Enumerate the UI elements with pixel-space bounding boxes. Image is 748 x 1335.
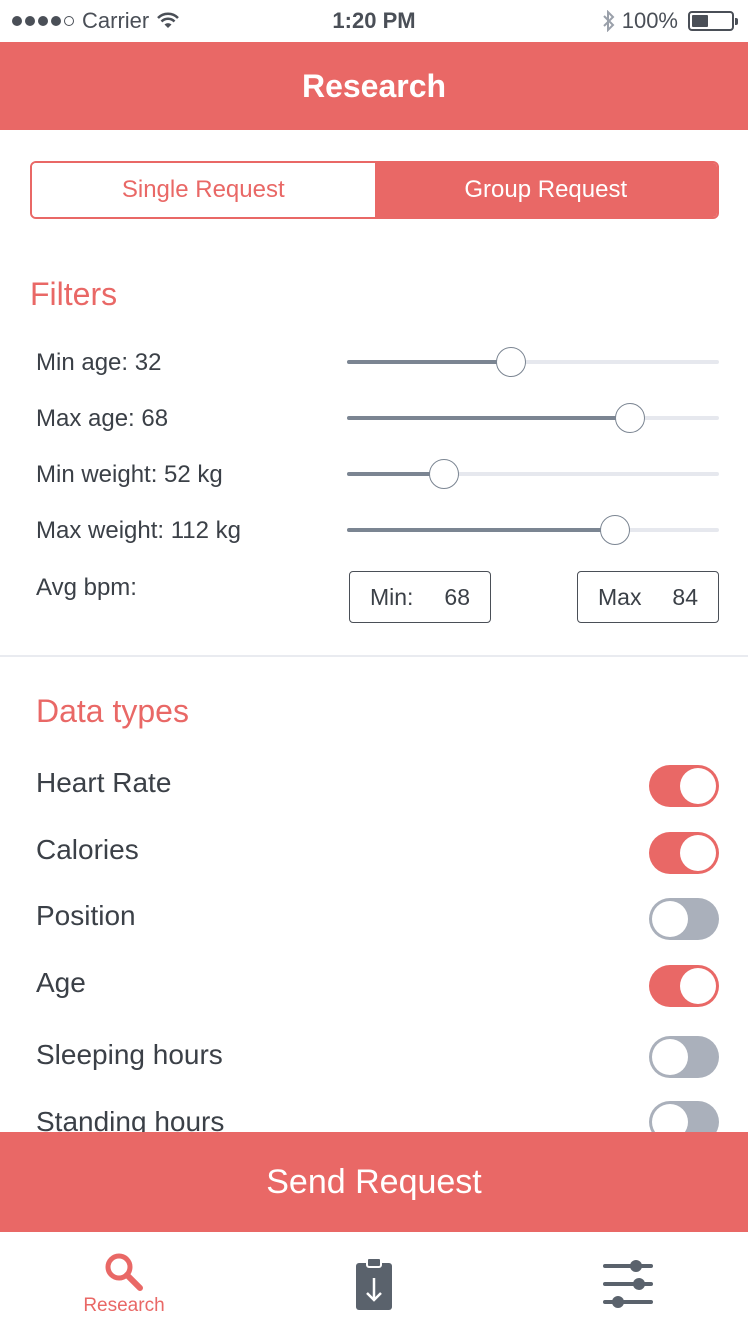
data-type-label-heart-rate: Heart Rate [36,767,172,798]
max-weight-label: Max weight: 112 kg [36,517,241,544]
max-weight-slider[interactable] [347,515,719,545]
status-right: 100% [602,8,738,34]
slider-fill [347,360,511,364]
filters-title: Filters [30,276,118,312]
nav-bar: Research [0,42,748,130]
min-age-label: Min age: 32 [36,349,162,376]
toggle-knob [652,1039,688,1075]
toggle-knob [680,768,716,804]
tab-requests[interactable] [324,1232,424,1335]
bpm-max-field[interactable]: Max 84 [577,571,719,623]
min-weight-slider[interactable] [347,459,719,489]
toggle-knob [680,835,716,871]
bpm-max-label: Max [598,583,642,610]
data-type-label-age: Age [36,967,86,998]
slider-fill [347,528,615,532]
min-age-slider[interactable] [347,347,719,377]
toggle-age[interactable] [649,965,719,1007]
toggle-knob [652,901,688,937]
slider-thumb[interactable] [428,459,459,489]
toggle-position[interactable] [649,898,719,940]
bpm-min-field[interactable]: Min: 68 [349,571,491,623]
toggle-heart-rate[interactable] [649,765,719,807]
segment-group-request[interactable]: Group Request [374,163,717,217]
data-type-label-calories: Calories [36,834,139,865]
battery-icon [688,11,738,31]
slider-fill [347,416,630,420]
toggle-sleeping-hours[interactable] [649,1036,719,1078]
slider-thumb[interactable] [495,347,526,377]
avg-bpm-label: Avg bpm: [36,574,137,601]
bpm-min-value[interactable]: 68 [444,584,470,611]
toggle-knob [680,968,716,1004]
request-type-segmented-control: Single Request Group Request [30,161,719,219]
tab-research[interactable]: Research [74,1232,174,1335]
sliders-icon [603,1259,653,1308]
segment-single-request[interactable]: Single Request [32,163,375,217]
slider-thumb[interactable] [599,515,630,545]
data-type-label-position: Position [36,900,136,931]
bpm-min-label: Min: [370,583,414,610]
battery-percent: 100% [621,8,678,33]
max-age-slider[interactable] [347,403,719,433]
bluetooth-icon [603,10,615,32]
bpm-max-value[interactable]: 84 [672,584,698,611]
search-icon [105,1253,143,1291]
tab-bar: Research [0,1232,748,1335]
data-types-title: Data types [36,693,189,729]
section-divider [0,655,748,657]
clipboard-download-icon [356,1256,392,1310]
tab-settings[interactable] [578,1232,678,1335]
data-type-label-sleeping-hours: Sleeping hours [36,1039,223,1070]
tab-research-label: Research [83,1294,165,1316]
send-request-button[interactable]: Send Request [0,1132,748,1232]
max-age-label: Max age: 68 [36,405,169,432]
toggle-calories[interactable] [649,832,719,874]
page-title: Research [301,67,447,104]
slider-thumb[interactable] [614,403,645,433]
min-weight-label: Min weight: 52 kg [36,461,223,488]
status-bar: Carrier 1:20 PM 100% [0,0,748,42]
